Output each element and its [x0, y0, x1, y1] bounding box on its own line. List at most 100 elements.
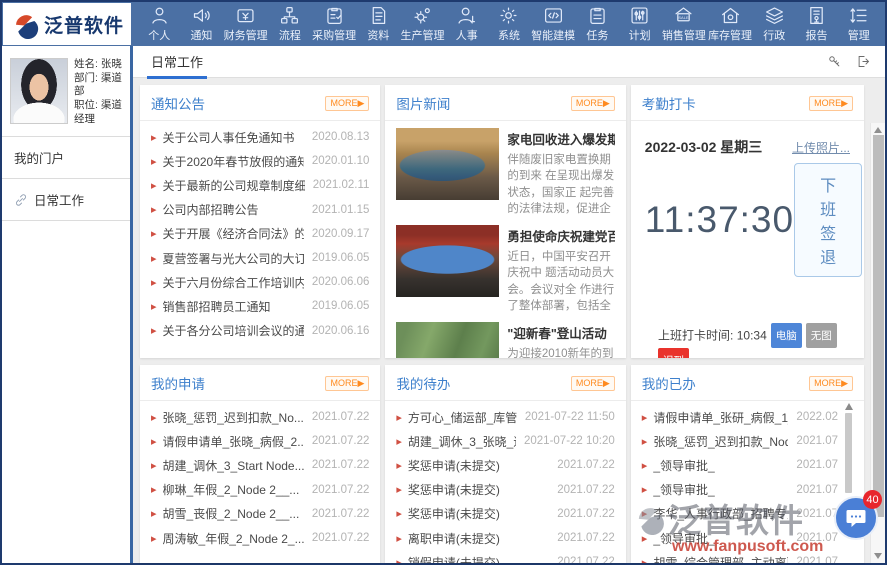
attendance-date: 2022-03-02 星期三 [645, 137, 763, 157]
panel-todos: 我的待办 MORE▶ ▸ 方可心_储运部_库管员_晋... 2021-07-22… [385, 365, 625, 563]
more-button[interactable]: MORE▶ [571, 96, 615, 111]
code-icon [543, 5, 564, 26]
list-item[interactable]: ▸ 关于开展《经济合同法》的相关... 2020.09.17 [151, 222, 369, 246]
more-button[interactable]: MORE▶ [809, 376, 853, 391]
scrollbar-thumb[interactable] [873, 135, 884, 517]
nav-task[interactable]: 任务 [577, 5, 617, 43]
bullet-icon: ▸ [642, 411, 648, 424]
chat-button[interactable]: 40 [834, 496, 878, 540]
nav-finance[interactable]: 财务管理 [224, 5, 268, 43]
list-item[interactable]: ▸ 胡雪_丧假_2_Node 2__... 2021.07.22 [151, 502, 369, 526]
nav-documents[interactable]: 资料 [358, 5, 398, 43]
nav-personal[interactable]: 个人 [139, 5, 179, 43]
nav-admin[interactable]: 行政 [754, 5, 794, 43]
more-button[interactable]: MORE▶ [325, 96, 369, 111]
more-button[interactable]: MORE▶ [571, 376, 615, 391]
logout-icon[interactable] [856, 54, 871, 69]
more-button[interactable]: MORE▶ [809, 96, 853, 111]
bullet-icon: ▸ [642, 507, 648, 520]
list-item[interactable]: ▸ 夏营签署与光大公司的大订单，... 2019.06.05 [151, 246, 369, 270]
warehouse-icon [720, 5, 741, 26]
news-excerpt: 为迎接2010新年的到 来,攀枝花钢城集团瑞丰 水泥有限公司于2010年 2月6… [507, 346, 614, 358]
panel-title: 我的待办 [396, 373, 450, 393]
profile-position: 职位: 渠道经理 [74, 99, 124, 126]
news-image [396, 128, 499, 200]
panel-title: 通知公告 [151, 93, 205, 113]
list-item[interactable]: ▸ 关于各分公司培训会议的通知 2020.06.16 [151, 319, 369, 343]
person-icon [456, 5, 477, 26]
news-item[interactable]: 勇担使命庆祝建党百年，中... 近日，中国平安召开庆祝中 题活动动员大会。会议对… [385, 218, 625, 315]
list-item[interactable]: ▸ 离职申请(未提交) 2021.07.22 [396, 526, 614, 550]
bullet-icon: ▸ [396, 459, 402, 472]
news-item[interactable]: "迎新春"登山活动 为迎接2010新年的到 来,攀枝花钢城集团瑞丰 水泥有限公司… [385, 315, 625, 358]
gears-icon [412, 5, 433, 26]
panel-title: 我的已办 [642, 373, 696, 393]
panel-applications: 我的申请 MORE▶ ▸ 张晓_惩罚_迟到扣款_No... 2021.07.22 [140, 365, 380, 563]
list-item[interactable]: ▸ 销售部招聘员工通知 2019.06.05 [151, 294, 369, 318]
news-item[interactable]: 家电回收进入爆发期 家电企... 伴随废旧家电置换期的到来 在呈现出爆发状态，国… [385, 121, 625, 218]
sidebar-item-my-portal[interactable]: 我的门户 [2, 137, 130, 179]
bullet-icon: ▸ [151, 459, 157, 472]
list-item[interactable]: ▸ 胡建_调休_3_张晓_退回 2021-07-22 10:20 [396, 429, 614, 453]
panel-done: 我的已办 MORE▶ ▸ 请假申请单_张研_病假_1_... 2022.02 [631, 365, 864, 563]
notice-list: ▸ 关于公司人事任免通知书 2020.08.13 ▸ 关于2020年春节放假的通… [140, 121, 380, 343]
list-item[interactable]: ▸ 奖惩申请(未提交) 2021.07.22 [396, 453, 614, 477]
nav-inventory[interactable]: 库存管理 [708, 5, 752, 43]
list-item[interactable]: ▸ 关于六月份综合工作培训内容及... 2020.06.06 [151, 270, 369, 294]
list-item[interactable]: ▸ 销假申请(未提交) 2021.07.22 [396, 550, 614, 563]
list-item[interactable]: ▸ 公司内部招聘公告 2021.01.15 [151, 198, 369, 222]
clipboard-check-icon [324, 5, 345, 26]
sidebar: 姓名: 张晓 部门: 渠道部 职位: 渠道经理 我的门户 日常工作 [2, 46, 133, 563]
nav-report[interactable]: 报告 [797, 5, 837, 43]
scroll-down-arrow-icon[interactable] [874, 553, 882, 559]
sign-out-button[interactable]: 下班签退 [794, 163, 862, 277]
bullet-icon: ▸ [151, 507, 157, 520]
nav-hr[interactable]: 人事 [447, 5, 487, 43]
bullet-icon: ▸ [642, 532, 648, 545]
bullet-icon: ▸ [151, 483, 157, 496]
tab-bar: 日常工作 [133, 46, 885, 78]
checkin-time: 10:34 [737, 329, 767, 343]
list-item[interactable]: ▸ 张晓_惩罚_迟到扣款_No... 2021.07.22 [151, 405, 369, 429]
sidebar-item-daily-work[interactable]: 日常工作 [2, 179, 130, 221]
profile-name: 姓名: 张晓 [74, 58, 124, 72]
list-item[interactable]: ▸ 关于2020年春节放假的通知 2020.01.10 [151, 149, 369, 173]
list-item[interactable]: ▸ 奖惩申请(未提交) 2021.07.22 [396, 478, 614, 502]
list-item[interactable]: ▸ 方可心_储运部_库管员_晋... 2021-07-22 11:50 [396, 405, 614, 429]
list-item[interactable]: ▸ 柳琳_年假_2_Node 2__... 2021.07.22 [151, 478, 369, 502]
list-item[interactable]: ▸ _领导审批_ 2021.07 [642, 478, 838, 502]
upload-photo-link[interactable]: 上传照片... [792, 139, 850, 156]
scroll-up-arrow-icon[interactable] [845, 403, 853, 410]
nav-notification[interactable]: 通知 [181, 5, 221, 43]
nav-plan[interactable]: 计划 [620, 5, 660, 43]
list-item[interactable]: ▸ 请假申请单_张晓_病假_2... 2021.07.22 [151, 429, 369, 453]
list-item[interactable]: ▸ 请假申请单_张研_病假_1_... 2022.02 [642, 405, 838, 429]
chat-unread-badge: 40 [863, 490, 882, 509]
nav-process[interactable]: 流程 [270, 5, 310, 43]
scrollbar-thumb[interactable] [845, 413, 852, 493]
list-item[interactable]: ▸ 李华_人事行政部_招聘专员... 2021.07 [642, 502, 838, 526]
list-item[interactable]: ▸ _领导审批_ 2021.07 [642, 453, 838, 477]
list-item[interactable]: ▸ 关于最新的公司规章制度细节通知 2021.02.11 [151, 173, 369, 197]
nav-system[interactable]: 系统 [489, 5, 529, 43]
more-button[interactable]: MORE▶ [325, 376, 369, 391]
list-item[interactable]: ▸ 胡雪_综合管理部_主动离职... 2021.07 [642, 550, 838, 563]
nav-sales[interactable]: SALE 销售管理 [662, 5, 706, 43]
list-item[interactable]: ▸ 胡建_调休_3_Start Node... 2021.07.22 [151, 453, 369, 477]
document-icon [368, 5, 389, 26]
list-item[interactable]: ▸ _领导审批_ 2021.07 [642, 526, 838, 550]
brand-swoosh-icon [10, 9, 40, 39]
nav-management[interactable]: 管理 [839, 5, 879, 43]
nav-procurement[interactable]: 采购管理 [312, 5, 356, 43]
list-item[interactable]: ▸ 周涛敏_年假_2_Node 2_... 2021.07.22 [151, 526, 369, 550]
nophoto-badge: 无图 [806, 323, 837, 348]
bullet-icon: ▸ [396, 556, 402, 563]
list-item[interactable]: ▸ 张晓_惩罚_迟到扣款_Node... 2021.07 [642, 429, 838, 453]
nav-modeling[interactable]: 智能建模 [531, 5, 575, 43]
key-icon[interactable] [827, 54, 842, 69]
nav-production[interactable]: 生产管理 [401, 5, 445, 43]
list-item[interactable]: ▸ 关于公司人事任免通知书 2020.08.13 [151, 125, 369, 149]
scroll-up-arrow-icon[interactable] [874, 127, 882, 133]
list-item[interactable]: ▸ 奖惩申请(未提交) 2021.07.22 [396, 502, 614, 526]
tab-daily-work[interactable]: 日常工作 [147, 45, 207, 79]
